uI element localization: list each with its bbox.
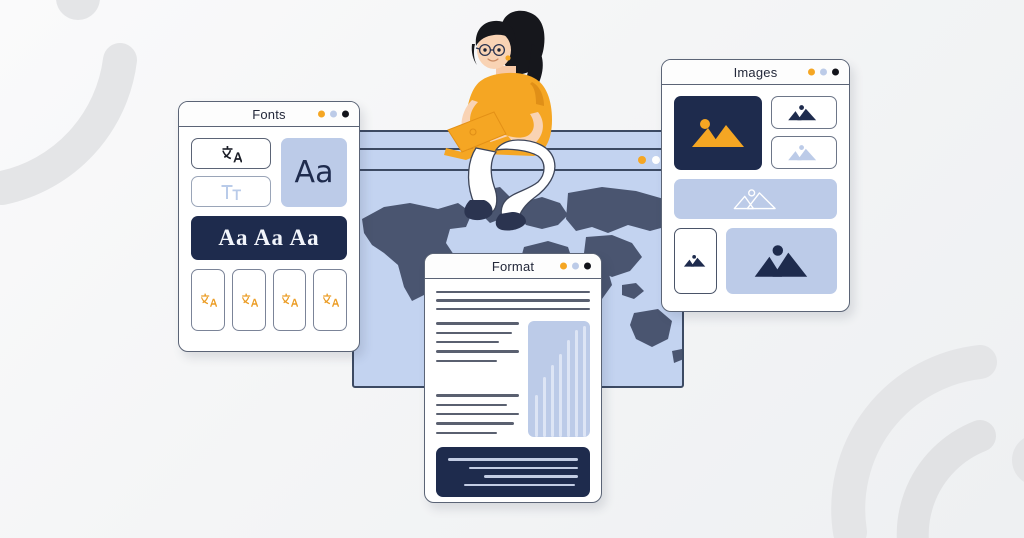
text-line [436, 431, 498, 435]
fonts-traffic-lights[interactable] [318, 110, 349, 118]
traffic-dot-orange[interactable] [560, 262, 567, 270]
hero-image-thumbnail[interactable] [674, 96, 762, 170]
text-line [436, 299, 590, 302]
translate-icon [200, 293, 217, 307]
watermark-arc-bottom-right [831, 345, 1024, 538]
image-icon [788, 144, 817, 160]
text-line [436, 412, 519, 416]
fonts-top-row: Aa [191, 138, 347, 207]
images-window-title-bar: Images [662, 60, 849, 85]
text-line [436, 331, 513, 334]
fonts-window-body: Aa Aa Aa Aa [179, 127, 359, 342]
font-sample-bar[interactable]: Aa Aa Aa [191, 216, 347, 260]
traffic-dot-blue[interactable] [820, 68, 827, 76]
traffic-dot-black[interactable] [584, 262, 591, 270]
traffic-dot-black[interactable] [832, 68, 839, 76]
images-top-row [674, 96, 837, 170]
document-text-column [436, 321, 519, 437]
document-body-row [436, 321, 590, 438]
images-traffic-lights[interactable] [808, 68, 839, 76]
text-line [436, 322, 519, 325]
translate-icon [282, 293, 299, 307]
text-line [436, 394, 519, 397]
image-icon [754, 245, 807, 277]
traffic-dot-black[interactable] [342, 110, 349, 118]
translate-icon [222, 145, 242, 162]
text-line [436, 359, 498, 363]
highlight-line [468, 466, 578, 470]
traffic-dot-blue[interactable] [330, 110, 337, 118]
highlight-line [484, 475, 578, 478]
format-window-body [425, 279, 601, 498]
image-icon [788, 104, 817, 120]
format-window-title: Format [491, 258, 535, 274]
language-card-row [191, 269, 347, 331]
person-with-laptop [444, 10, 556, 231]
fonts-window-title-bar: Fonts [179, 102, 359, 127]
language-card-1[interactable] [191, 269, 225, 331]
format-traffic-lights[interactable] [560, 262, 591, 270]
image-thumbnail-3[interactable] [674, 228, 717, 294]
highlight-line [463, 483, 576, 486]
language-card-3[interactable] [272, 269, 307, 331]
images-bottom-row [674, 228, 837, 294]
images-window[interactable]: Images [661, 59, 850, 312]
traffic-dot-orange[interactable] [318, 110, 325, 118]
translate-icon [241, 293, 258, 307]
fonts-button-column [191, 138, 271, 207]
traffic-dot-white[interactable] [652, 155, 660, 164]
traffic-dot-orange[interactable] [638, 155, 646, 164]
format-window[interactable]: Format [424, 253, 602, 503]
font-preview-text: Aa [294, 154, 334, 190]
text-line [436, 403, 508, 406]
language-card-4[interactable] [313, 269, 347, 331]
text-line [436, 422, 515, 425]
text-format-icon [221, 184, 241, 200]
image-thumbnail-4[interactable] [726, 228, 837, 294]
traffic-dot-blue[interactable] [572, 262, 579, 270]
text-line [436, 291, 590, 294]
text-style-button[interactable] [191, 176, 271, 207]
images-window-title: Images [733, 64, 778, 80]
language-card-2[interactable] [231, 269, 266, 331]
image-thumbnail-2[interactable] [771, 136, 837, 169]
images-side-column [771, 96, 837, 170]
chart-placeholder[interactable] [528, 321, 590, 438]
text-line [436, 340, 500, 344]
illustration-canvas: Fonts Aa Aa Aa Aa Images Format [0, 0, 1024, 538]
format-window-title-bar: Format [425, 254, 601, 279]
translate-button[interactable] [191, 138, 271, 169]
text-line [436, 350, 519, 353]
document-heading-lines [436, 291, 590, 311]
image-icon [683, 254, 705, 267]
fonts-window-title: Fonts [252, 106, 286, 122]
image-banner[interactable] [674, 179, 837, 219]
highlighted-text-block[interactable] [436, 447, 590, 498]
translate-icon [323, 293, 340, 307]
images-window-body [662, 85, 849, 305]
image-icon [692, 119, 744, 147]
highlight-line [448, 458, 578, 461]
text-line [436, 307, 590, 311]
image-outline-icon [733, 189, 776, 210]
traffic-dot-orange[interactable] [808, 68, 815, 76]
font-sample-text: Aa Aa Aa [218, 225, 320, 250]
image-thumbnail-1[interactable] [771, 96, 837, 129]
font-preview-tile[interactable]: Aa [281, 138, 347, 207]
fonts-window[interactable]: Fonts Aa Aa Aa Aa [178, 101, 360, 352]
